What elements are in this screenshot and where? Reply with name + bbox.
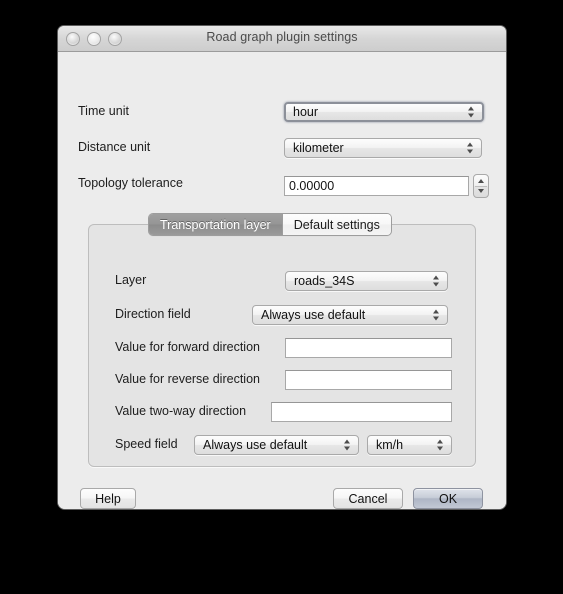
direction-field-label: Direction field bbox=[115, 307, 191, 321]
distance-unit-value: kilometer bbox=[293, 141, 344, 155]
distance-unit-label: Distance unit bbox=[78, 140, 151, 154]
distance-unit-select[interactable]: kilometer bbox=[284, 138, 482, 158]
window-titlebar: Road graph plugin settings bbox=[58, 26, 506, 52]
time-unit-label: Time unit bbox=[78, 104, 129, 118]
forward-direction-input[interactable] bbox=[285, 338, 452, 358]
time-unit-value: hour bbox=[293, 105, 319, 119]
topology-tolerance-label: Topology tolerance bbox=[78, 176, 183, 190]
help-button[interactable]: Help bbox=[80, 488, 136, 509]
chevron-updown-icon bbox=[467, 142, 474, 155]
direction-field-select[interactable]: Always use default bbox=[252, 305, 448, 325]
ok-button-label: OK bbox=[438, 491, 458, 506]
two-way-direction-label: Value two-way direction bbox=[115, 404, 247, 418]
layer-value: roads_34S bbox=[294, 274, 355, 288]
chevron-updown-icon bbox=[433, 275, 440, 288]
reverse-direction-input[interactable] bbox=[285, 370, 452, 390]
layer-label: Layer bbox=[115, 273, 147, 287]
cancel-button-label: Cancel bbox=[348, 491, 388, 506]
forward-direction-label: Value for forward direction bbox=[115, 340, 260, 354]
tab-transportation-layer-label: Transportation layer bbox=[160, 217, 271, 232]
speed-field-select[interactable]: Always use default bbox=[194, 435, 359, 455]
chevron-updown-icon bbox=[433, 309, 440, 322]
topology-tolerance-field-group bbox=[284, 174, 489, 198]
tab-bar: Transportation layer Default settings bbox=[149, 214, 391, 235]
time-unit-row: Time unit bbox=[78, 104, 283, 118]
tab-default-settings-label: Default settings bbox=[293, 217, 380, 232]
tab-default-settings[interactable]: Default settings bbox=[281, 214, 391, 235]
window-title: Road graph plugin settings bbox=[206, 30, 358, 44]
tab-transportation-layer[interactable]: Transportation layer bbox=[149, 214, 282, 235]
topology-tolerance-row: Topology tolerance bbox=[78, 176, 283, 190]
dialog-content: Time unit hour Distance unit kilometer T… bbox=[58, 52, 506, 509]
speed-field-label: Speed field bbox=[115, 437, 178, 451]
time-unit-select[interactable]: hour bbox=[284, 102, 484, 122]
topology-tolerance-stepper[interactable] bbox=[473, 174, 489, 198]
speed-field-value: Always use default bbox=[203, 438, 308, 452]
topology-tolerance-input[interactable] bbox=[284, 176, 469, 196]
cancel-button[interactable]: Cancel bbox=[333, 488, 403, 509]
layer-select[interactable]: roads_34S bbox=[285, 271, 448, 291]
help-button-label: Help bbox=[95, 491, 121, 506]
direction-field-value: Always use default bbox=[261, 308, 366, 322]
settings-dialog-window: Road graph plugin settings Time unit hou… bbox=[58, 26, 506, 509]
chevron-updown-icon bbox=[437, 439, 444, 452]
ok-button[interactable]: OK bbox=[413, 488, 483, 509]
stepper-divider bbox=[475, 186, 487, 187]
distance-unit-row: Distance unit bbox=[78, 140, 283, 154]
speed-unit-value: km/h bbox=[376, 438, 404, 452]
chevron-updown-icon bbox=[344, 439, 351, 452]
reverse-direction-label: Value for reverse direction bbox=[115, 372, 260, 386]
two-way-direction-input[interactable] bbox=[271, 402, 452, 422]
chevron-updown-icon bbox=[468, 106, 475, 119]
transportation-layer-groupbox: Transportation layer Default settings La… bbox=[88, 214, 476, 467]
speed-unit-select[interactable]: km/h bbox=[367, 435, 452, 455]
